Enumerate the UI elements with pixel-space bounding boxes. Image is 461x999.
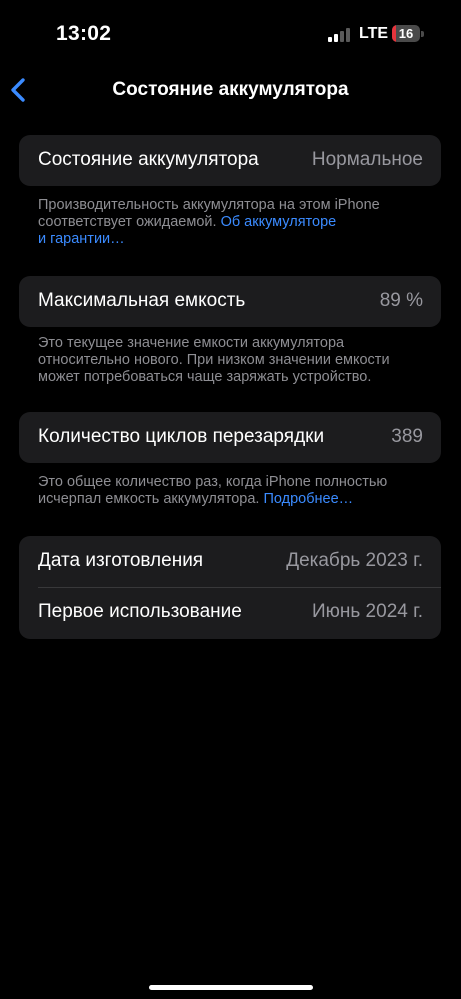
max-capacity-card: Максимальная емкость 89 % [19, 276, 441, 327]
battery-health-row: Состояние аккумулятора Нормальное [19, 135, 441, 186]
first-use-value: Июнь 2024 г. [311, 601, 423, 622]
battery-tip [421, 31, 424, 37]
battery-level: 16 [398, 26, 414, 41]
learn-more-link[interactable]: Подробнее… [263, 491, 353, 507]
max-capacity-note: Это текущее значение емкости аккумулятор… [38, 335, 390, 385]
max-capacity-row: Максимальная емкость 89 % [19, 276, 441, 327]
manufacture-date-value: Декабрь 2023 г. [286, 550, 423, 571]
battery-health-label: Состояние аккумулятора [38, 149, 259, 170]
navigation-bar: Состояние аккумулятора [0, 72, 461, 108]
battery-icon: 16 [392, 25, 420, 42]
manufacture-date-label: Дата изготовления [38, 550, 204, 571]
cycle-count-card: Количество циклов перезарядки 389 [19, 412, 441, 463]
cycle-count-value: 389 [391, 426, 423, 447]
status-time: 13:02 [56, 22, 112, 45]
cellular-signal-icon [328, 28, 352, 42]
warranty-link[interactable]: и гарантии… [38, 231, 125, 247]
battery-health-note: Производительность аккумулятора на этом … [38, 197, 428, 248]
manufacture-date-row: Дата изготовления Декабрь 2023 г. [19, 536, 441, 587]
cycle-count-row: Количество циклов перезарядки 389 [19, 412, 441, 463]
status-bar: 13:02 LTE 16 [0, 0, 461, 70]
first-use-label: Первое использование [38, 601, 242, 622]
cycle-count-note: Это общее количество раз, когда iPhone п… [38, 474, 428, 508]
page-title: Состояние аккумулятора [112, 79, 349, 100]
about-battery-link[interactable]: Об аккумуляторе [221, 214, 337, 230]
battery-health-card: Состояние аккумулятора Нормальное [19, 135, 441, 186]
dates-card: Дата изготовления Декабрь 2023 г. Первое… [19, 536, 441, 639]
battery-health-value: Нормальное [311, 149, 423, 170]
home-indicator[interactable] [149, 985, 313, 990]
max-capacity-value: 89 % [379, 290, 423, 311]
first-use-row: Первое использование Июнь 2024 г. [19, 587, 441, 638]
cycle-count-label: Количество циклов перезарядки [38, 426, 325, 447]
network-type: LTE [359, 25, 389, 42]
max-capacity-label: Максимальная емкость [38, 290, 246, 311]
